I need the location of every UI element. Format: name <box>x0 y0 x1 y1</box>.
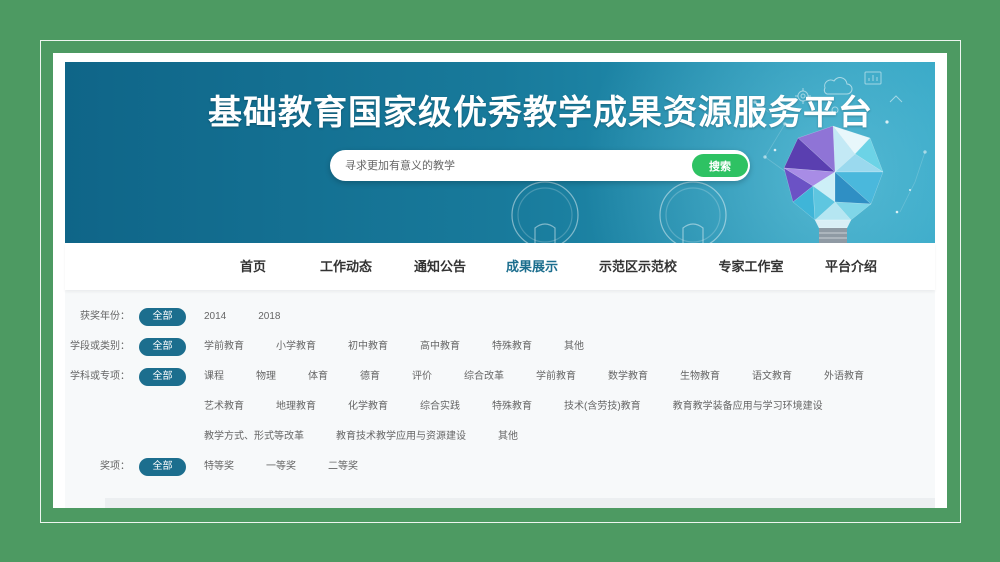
filter-option[interactable]: 初中教育 <box>348 332 388 362</box>
nav-item-achievements[interactable]: 成果展示 <box>506 243 558 290</box>
nav-item-expert-studio[interactable]: 专家工作室 <box>718 243 783 290</box>
filter-option[interactable]: 一等奖 <box>266 452 296 482</box>
filter-panel: 获奖年份： 全部 2014 2018 学段或类别： 全部 学前教育 小学教育 初中教育 高中教育特… <box>65 290 935 508</box>
filter-option[interactable]: 教学方式、形式等改革 <box>204 422 304 452</box>
filter-all-button[interactable]: 全部 <box>139 368 186 386</box>
filter-option[interactable]: 特殊教育 <box>492 332 532 362</box>
cloud-icon <box>823 77 853 95</box>
filter-options: 2014 2018 <box>204 302 884 332</box>
filter-option[interactable]: 语文教育 <box>752 362 792 392</box>
site-title: 基础教育国家级优秀教学成果资源服务平台 <box>208 94 873 132</box>
filter-options: 特等奖 一等奖 二等奖 <box>204 452 884 482</box>
filter-options: 课程 物理 体育 德育 评价 综合改革 学前教育 数学教育 生物教育 语文教育 外语教育艺术教育 地理… <box>204 362 884 452</box>
filter-option[interactable]: 2014 <box>204 302 226 332</box>
filter-list: 获奖年份： 全部 2014 2018 学段或类别： 全部 学前教育 小学教育 初中教育 高中教育特… <box>65 302 935 482</box>
search-input[interactable] <box>345 150 685 181</box>
filter-option[interactable]: 学前教育 <box>204 332 244 362</box>
nav-item-work-news[interactable]: 工作动态 <box>320 243 372 290</box>
filter-option[interactable]: 外语教育 <box>824 362 864 392</box>
filter-option[interactable]: 高中教育 <box>420 332 460 362</box>
filter-option[interactable]: 德育 <box>360 362 380 392</box>
filter-option[interactable]: 地理教育 <box>276 392 316 422</box>
filter-row-award-year: 获奖年份： 全部 2014 2018 <box>65 302 935 332</box>
filter-option[interactable]: 化学教育 <box>348 392 388 422</box>
nav-item-home[interactable]: 首页 <box>240 243 266 290</box>
filter-option[interactable]: 二等奖 <box>328 452 358 482</box>
filter-option[interactable]: 评价 <box>412 362 432 392</box>
filter-option[interactable]: 生物教育 <box>680 362 720 392</box>
filter-options: 学前教育 小学教育 初中教育 高中教育 特殊教育 其他 <box>204 332 884 362</box>
polygon-lightbulb-icon <box>783 125 884 243</box>
results-header-strip <box>105 498 935 508</box>
search-button[interactable]: 搜索 <box>692 154 748 177</box>
filter-option[interactable]: 2018 <box>258 302 280 332</box>
filter-option[interactable]: 综合改革 <box>464 362 504 392</box>
filter-option[interactable]: 特殊教育 <box>492 392 532 422</box>
filter-row-stage-category: 学段或类别： 全部 学前教育 小学教育 初中教育 高中教育 特殊教育 其他 <box>65 332 935 362</box>
filter-option[interactable]: 课程 <box>204 362 224 392</box>
website-screenshot: 基础教育国家级优秀教学成果资源服务平台 搜索 首页 工作动态 通知公告 成果展示… <box>53 53 947 508</box>
filter-option[interactable]: 学前教育 <box>536 362 576 392</box>
filter-option[interactable]: 体育 <box>308 362 328 392</box>
filter-option[interactable]: 教育技术教学应用与资源建设 <box>336 422 466 452</box>
nav-item-about[interactable]: 平台介绍 <box>825 243 877 290</box>
filter-option[interactable]: 物理 <box>256 362 276 392</box>
filter-row-award-level: 奖项： 全部 特等奖 一等奖 二等奖 <box>65 452 935 482</box>
search-bar: 搜索 <box>330 150 750 181</box>
filter-label: 学段或类别： <box>70 341 130 352</box>
filter-label: 奖项： <box>100 461 130 472</box>
hero-banner: 基础教育国家级优秀教学成果资源服务平台 搜索 <box>65 62 935 243</box>
filter-all-button[interactable]: 全部 <box>139 338 186 356</box>
filter-all-button[interactable]: 全部 <box>139 458 186 476</box>
lightbulb-outline-icon <box>511 181 579 243</box>
lightbulb-outline-icon <box>659 181 727 243</box>
filter-option[interactable]: 数学教育 <box>608 362 648 392</box>
filter-all-button[interactable]: 全部 <box>139 308 186 326</box>
filter-label: 学科或专项： <box>70 371 130 382</box>
filter-row-subject-topic: 学科或专项： 全部 课程 物理 体育 德育 评价 综合改革 学前教育 数学教育 生物教育 语文教育 外语… <box>65 362 935 452</box>
filter-option[interactable]: 特等奖 <box>204 452 234 482</box>
filter-option[interactable]: 小学教育 <box>276 332 316 362</box>
nav-item-demo-schools[interactable]: 示范区示范校 <box>599 243 677 290</box>
main-nav: 首页 工作动态 通知公告 成果展示 示范区示范校 专家工作室 平台介绍 <box>65 243 935 290</box>
filter-option[interactable]: 技术(含劳技)教育 <box>564 392 641 422</box>
filter-option[interactable]: 其他 <box>498 422 518 452</box>
filter-option[interactable]: 教育教学装备应用与学习环境建设 <box>673 392 823 422</box>
filter-label: 获奖年份： <box>80 311 130 322</box>
filter-option[interactable]: 其他 <box>564 332 584 362</box>
filter-option[interactable]: 综合实践 <box>420 392 460 422</box>
nav-item-notices[interactable]: 通知公告 <box>414 243 466 290</box>
filter-option[interactable]: 艺术教育 <box>204 392 244 422</box>
